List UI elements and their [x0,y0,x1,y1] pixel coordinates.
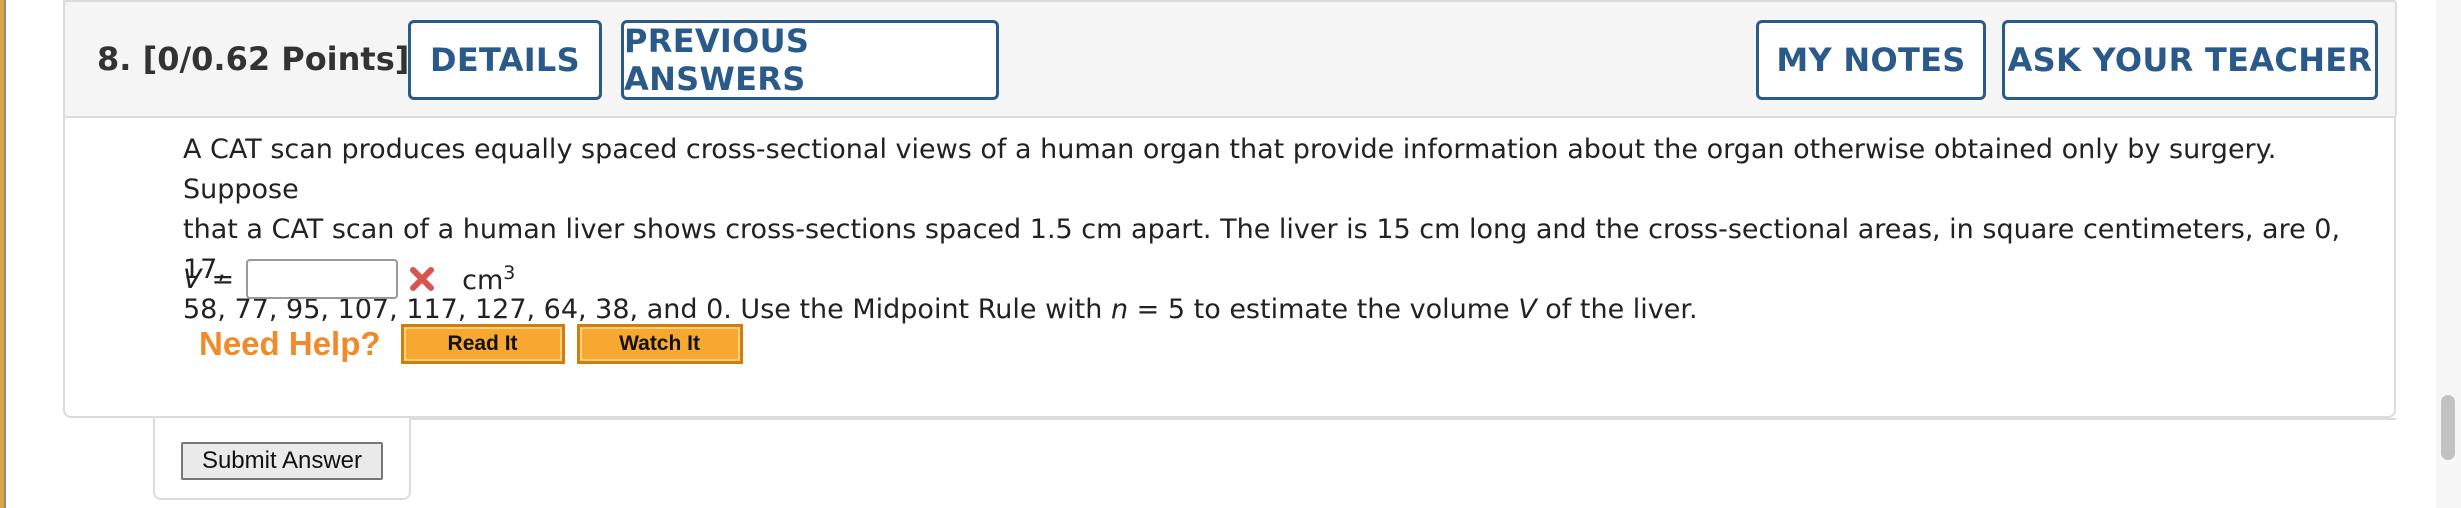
question-points: [0/0.62 Points] [142,40,410,78]
variable-v: V [1518,294,1537,325]
question-header: 8. [0/0.62 Points] DETAILS PREVIOUS ANSW… [63,0,2397,118]
unit-base: cm [462,265,504,296]
details-button[interactable]: DETAILS [408,20,602,100]
need-help-row: Need Help? Read It Watch It [199,324,755,364]
question-title: 8. [0/0.62 Points] [97,40,409,78]
variable-n: n [1110,294,1129,325]
incorrect-x-icon [410,267,435,291]
read-it-button[interactable]: Read It [400,324,565,364]
question-number: 8. [97,40,132,78]
problem-text: = 5 to estimate the volume [1128,294,1519,325]
problem-text: of the liver. [1536,294,1698,325]
my-notes-button[interactable]: MY NOTES [1756,20,1986,100]
card-bottom-divider [409,418,2396,420]
problem-line-1: A CAT scan produces equally spaced cross… [183,134,2277,205]
left-edge-border [4,0,6,508]
watch-it-button[interactable]: Watch It [576,324,743,364]
answer-row: V = cm3 [183,256,515,302]
scrollbar-thumb[interactable] [2441,395,2455,460]
volume-answer-input[interactable] [246,259,399,299]
ask-your-teacher-button[interactable]: ASK YOUR TEACHER [2002,20,2378,100]
answer-variable-label: V [183,263,202,295]
submit-answer-button[interactable]: Submit Answer [181,442,383,480]
answer-unit: cm3 [462,262,515,296]
previous-answers-button[interactable]: PREVIOUS ANSWERS [621,20,999,100]
need-help-label: Need Help? [199,325,381,362]
equals-sign: = [211,263,235,295]
unit-exponent: 3 [503,262,516,284]
